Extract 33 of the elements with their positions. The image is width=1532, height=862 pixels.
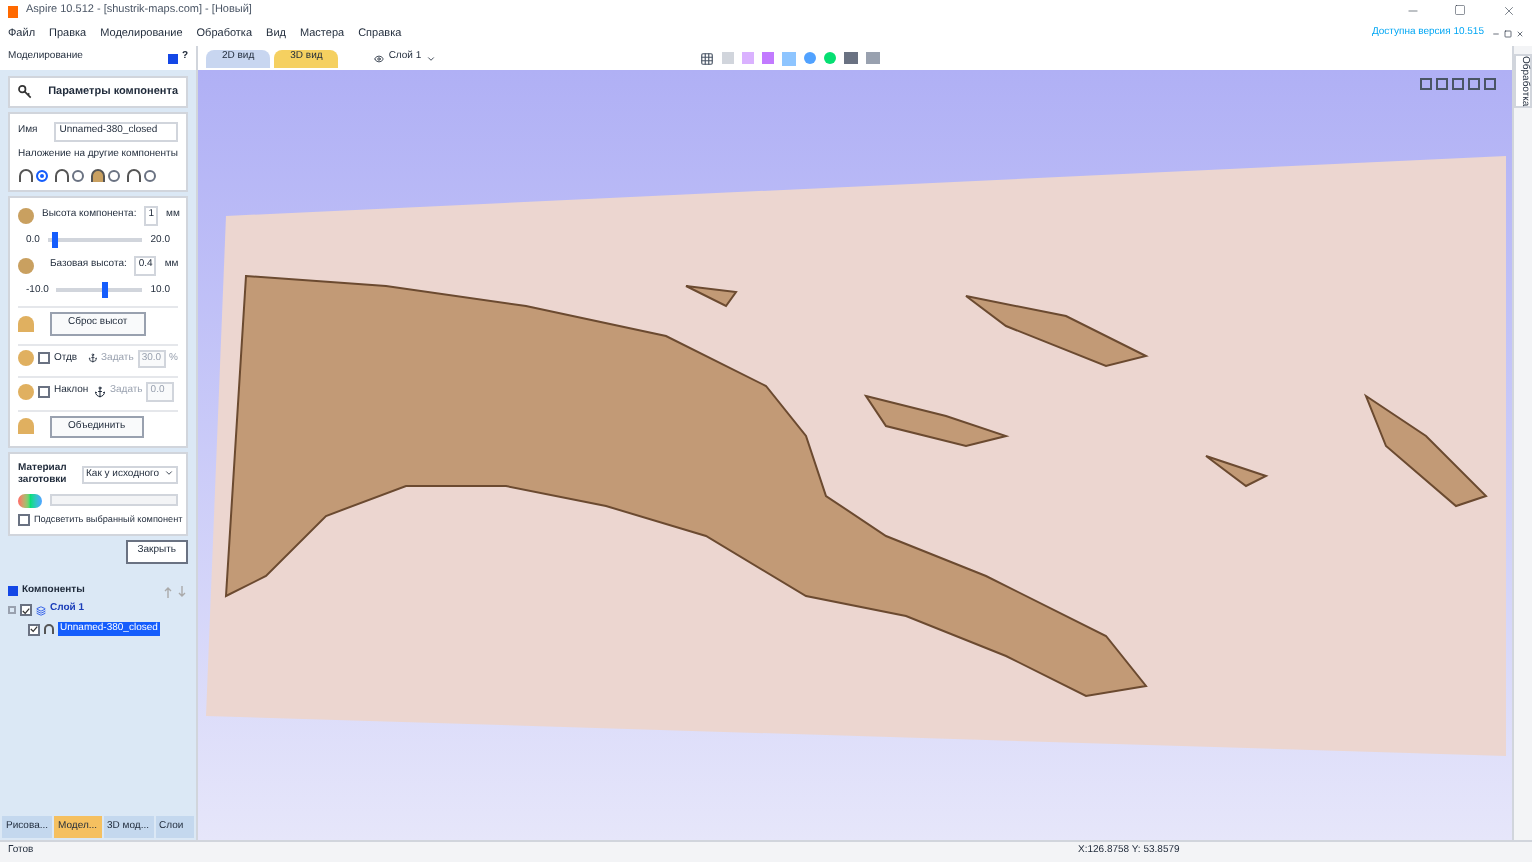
- arch-icon: [54, 168, 70, 182]
- reset-icon: [18, 315, 34, 332]
- key-icon: [18, 82, 33, 102]
- collapse-icon[interactable]: [8, 606, 16, 615]
- slider-track[interactable]: [56, 288, 143, 293]
- slider-thumb[interactable]: [52, 232, 59, 249]
- anchor-icon: [94, 385, 106, 398]
- radio-button[interactable]: [144, 169, 156, 181]
- checkbox[interactable]: [28, 623, 40, 636]
- base-height-icon: [18, 257, 34, 274]
- section-icon: [8, 586, 18, 597]
- slider-track[interactable]: [47, 238, 143, 243]
- grid-icon[interactable]: [699, 51, 714, 65]
- radio-button[interactable]: [108, 169, 120, 181]
- radio-button[interactable]: [36, 169, 48, 181]
- eye-icon: [374, 53, 385, 63]
- checkbox[interactable]: [20, 604, 32, 617]
- arch-icon: [18, 168, 34, 182]
- caret-icon: [425, 53, 436, 63]
- arch-icon: [126, 168, 142, 182]
- checkbox[interactable]: [18, 513, 30, 526]
- arch-icon: [44, 624, 54, 635]
- layer-icon: [36, 605, 46, 616]
- anchor-icon: [87, 352, 98, 365]
- merge-icon: [18, 418, 34, 435]
- radio-button[interactable]: [72, 169, 84, 181]
- height-icon: [18, 207, 34, 224]
- palette-icon: [18, 493, 42, 507]
- app-icon: [8, 5, 18, 17]
- slider-thumb[interactable]: [101, 282, 108, 299]
- arch-icon: [90, 168, 106, 182]
- caret-icon: [164, 467, 174, 477]
- pin-icon[interactable]: [167, 53, 178, 63]
